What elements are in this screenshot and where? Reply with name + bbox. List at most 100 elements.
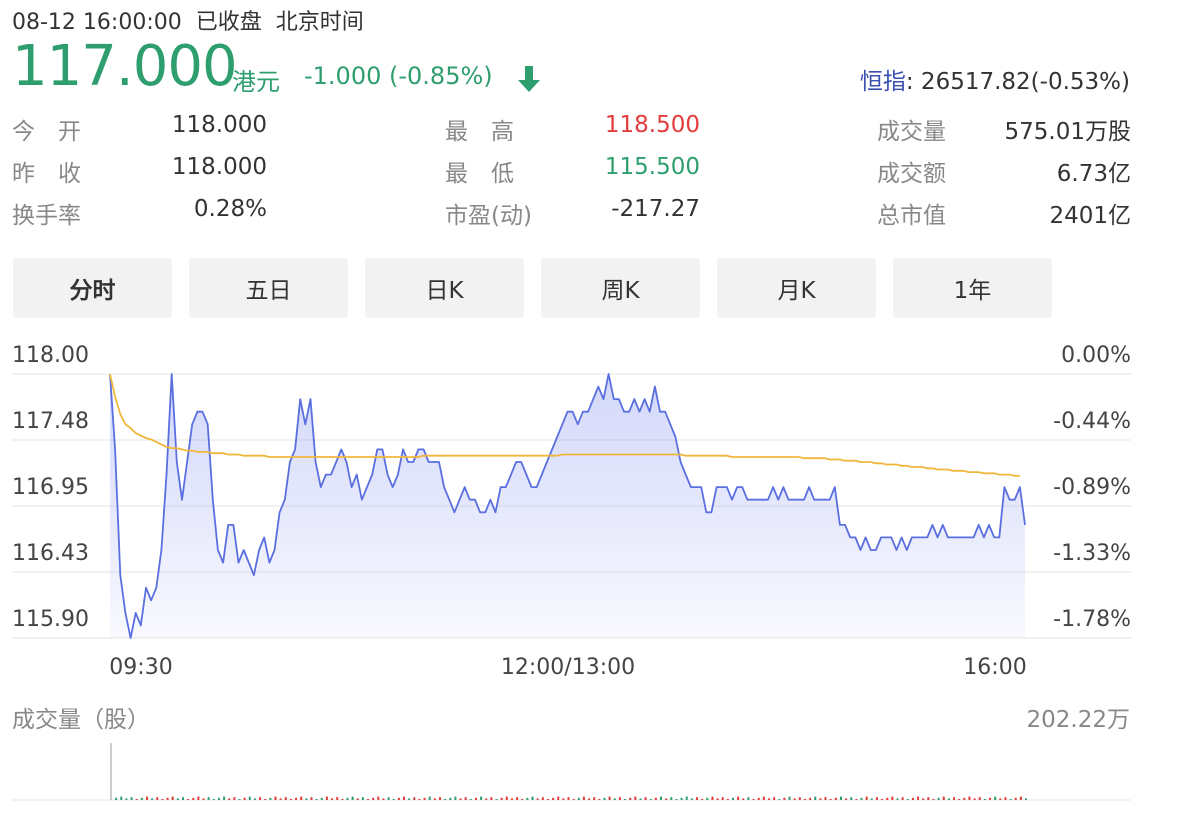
- index-quote[interactable]: 恒指: 26517.82(-0.53%): [860, 62, 1130, 96]
- tab-0[interactable]: 分时: [13, 258, 172, 318]
- index-name[interactable]: 恒指: [860, 69, 906, 95]
- volume-bar: [295, 797, 298, 800]
- volume-bar: [269, 797, 272, 800]
- volume-bar: [505, 796, 508, 800]
- volume-bar: [711, 796, 714, 800]
- volume-bar: [901, 797, 904, 800]
- volume-bar: [228, 798, 231, 800]
- stat-label: 昨 收: [12, 161, 81, 187]
- volume-bar: [881, 799, 884, 800]
- volume-bar: [156, 797, 159, 800]
- volume-bar: [413, 797, 416, 800]
- volume-bar: [891, 796, 894, 800]
- volume-bar: [217, 797, 220, 800]
- y-left-tick: 117.48: [12, 409, 89, 434]
- volume-bar: [284, 797, 287, 800]
- volume-bar: [197, 796, 200, 800]
- volume-bar: [798, 797, 801, 800]
- volume-bar: [968, 796, 971, 800]
- volume-bar: [814, 796, 817, 800]
- volume-bar: [850, 797, 853, 800]
- volume-bar: [207, 797, 210, 800]
- volume-bar: [315, 799, 318, 800]
- stat-label: 总市值: [877, 203, 946, 229]
- volume-bar: [906, 799, 909, 800]
- y-left-tick: 116.95: [12, 475, 89, 500]
- volume-bar: [757, 797, 760, 800]
- volume-bar: [536, 798, 539, 800]
- volume-bar: [500, 797, 503, 800]
- volume-bar: [773, 797, 776, 800]
- volume-bar: [896, 798, 899, 800]
- volume-bar: [166, 797, 169, 800]
- volume-bar: [480, 796, 483, 800]
- volume-bar: [1025, 798, 1027, 800]
- volume-bar: [125, 798, 128, 800]
- volume-bar: [696, 797, 699, 800]
- x-tick: 12:00/13:00: [501, 655, 635, 680]
- tab-3[interactable]: 周K: [541, 258, 700, 318]
- volume-bar: [994, 796, 997, 800]
- volume-bar: [1004, 797, 1007, 800]
- volume-bar: [927, 797, 930, 800]
- volume-bar: [680, 797, 683, 800]
- volume-bar: [562, 798, 565, 800]
- volume-bar: [433, 798, 436, 800]
- volume-bar: [654, 797, 657, 800]
- volume-bar: [397, 797, 400, 800]
- volume-bar: [737, 796, 740, 800]
- stat-value: 0.28%: [193, 196, 267, 222]
- volume-bar: [819, 798, 822, 800]
- volume-bar: [989, 797, 992, 800]
- stat-label: 成交量: [877, 119, 946, 145]
- volume-bar: [510, 798, 513, 800]
- currency: 港元: [232, 68, 280, 96]
- volume-bar: [305, 798, 308, 800]
- volume-bar: [953, 797, 956, 800]
- stat-label: 今 开: [12, 119, 81, 145]
- volume-bar: [793, 798, 796, 800]
- tab-4[interactable]: 月K: [717, 258, 876, 318]
- volume-bar: [670, 797, 673, 800]
- volume-bar: [320, 797, 323, 800]
- volume-max-label: 202.22万: [1026, 707, 1130, 733]
- volume-bar: [459, 798, 462, 800]
- tab-2[interactable]: 日K: [365, 258, 524, 318]
- volume-bar: [629, 797, 632, 800]
- volume-bar: [937, 797, 940, 800]
- volume-bar: [485, 798, 488, 800]
- volume-bar: [634, 796, 637, 800]
- stat-label: 市盈(动): [445, 203, 532, 229]
- volume-bar: [978, 797, 981, 800]
- volume-bar: [474, 797, 477, 800]
- volume-bar: [1019, 796, 1022, 800]
- volume-bar: [310, 797, 313, 800]
- tab-1[interactable]: 五日: [189, 258, 348, 318]
- volume-bar: [151, 798, 154, 800]
- volume-bar: [233, 797, 236, 800]
- volume-bar: [747, 797, 750, 800]
- volume-bar: [495, 799, 498, 800]
- volume-bar: [454, 796, 457, 800]
- volume-bar: [120, 796, 123, 800]
- volume-bar: [449, 797, 452, 800]
- volume-bar: [865, 796, 868, 800]
- volume-bar: [438, 797, 441, 800]
- stat-label: 最 高: [445, 119, 514, 145]
- volume-bar: [140, 797, 143, 800]
- volume-bar: [875, 797, 878, 800]
- volume-bar: [526, 797, 529, 800]
- volume-bar: [557, 796, 560, 800]
- volume-bar: [922, 798, 925, 800]
- volume-bar: [803, 799, 806, 800]
- volume-bar: [917, 796, 920, 800]
- stat-value: 115.500: [604, 154, 700, 180]
- volume-bar: [639, 798, 642, 800]
- volume-bar: [824, 797, 827, 800]
- volume-bar: [613, 798, 616, 800]
- stat-value: -217.27: [611, 196, 700, 222]
- stat-label: 换手率: [12, 203, 81, 229]
- volume-bar: [1009, 799, 1012, 800]
- volume-bar: [958, 799, 961, 800]
- tab-5[interactable]: 1年: [893, 258, 1052, 318]
